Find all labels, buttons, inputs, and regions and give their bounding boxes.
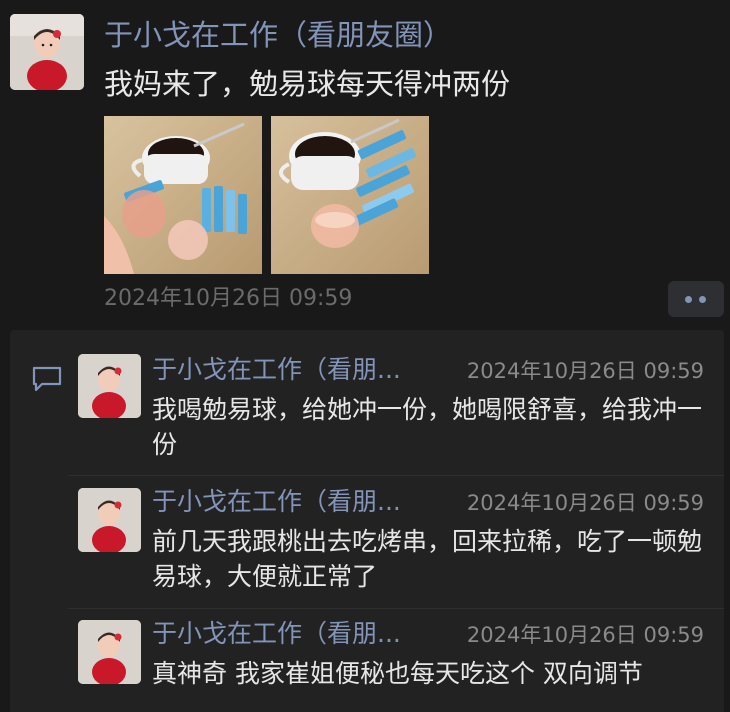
comment-bubble-icon bbox=[32, 366, 62, 392]
comment-text[interactable]: 前几天我跟桃出去吃烤串，回来拉稀，吃了一顿勉易球，大便就正常了 bbox=[152, 524, 718, 594]
comment-text[interactable]: 我喝勉易球，给她冲一份，她喝限舒喜，给我冲一份 bbox=[152, 392, 718, 462]
comment-avatar[interactable] bbox=[78, 354, 141, 418]
comment-divider bbox=[68, 608, 724, 609]
comment-author-name[interactable]: 于小戈在工作（看朋... bbox=[152, 353, 401, 387]
post-author-name[interactable]: 于小戈在工作（看朋友圈） bbox=[104, 15, 452, 55]
more-actions-button[interactable] bbox=[668, 281, 724, 317]
avatar-image bbox=[10, 14, 84, 90]
comment-author-name[interactable]: 于小戈在工作（看朋... bbox=[152, 485, 401, 519]
comment-timestamp: 2024年10月26日 09:59 bbox=[466, 491, 704, 515]
avatar-image bbox=[78, 354, 141, 418]
avatar-image bbox=[78, 620, 141, 684]
photo-coffee-sachets-1 bbox=[104, 116, 262, 274]
post-timestamp: 2024年10月26日 09:59 bbox=[104, 286, 353, 311]
photo-coffee-sachets-2 bbox=[271, 116, 429, 274]
post-photo-1[interactable] bbox=[104, 116, 262, 274]
post-photo-2[interactable] bbox=[271, 116, 429, 274]
more-dots-icon bbox=[699, 296, 706, 303]
post-text: 我妈来了，勉易球每天得冲两份 bbox=[104, 67, 511, 101]
comment-timestamp: 2024年10月26日 09:59 bbox=[466, 623, 704, 647]
more-dots-icon bbox=[685, 296, 692, 303]
comment-author-name[interactable]: 于小戈在工作（看朋... bbox=[152, 617, 401, 651]
comment-divider bbox=[68, 475, 724, 476]
comment-avatar[interactable] bbox=[78, 620, 141, 684]
comment-timestamp: 2024年10月26日 09:59 bbox=[466, 359, 704, 383]
post-author-avatar[interactable] bbox=[10, 14, 84, 90]
comment-avatar[interactable] bbox=[78, 488, 141, 552]
comment-text[interactable]: 真神奇 我家崔姐便秘也每天吃这个 双向调节 bbox=[152, 656, 718, 691]
avatar-image bbox=[78, 488, 141, 552]
